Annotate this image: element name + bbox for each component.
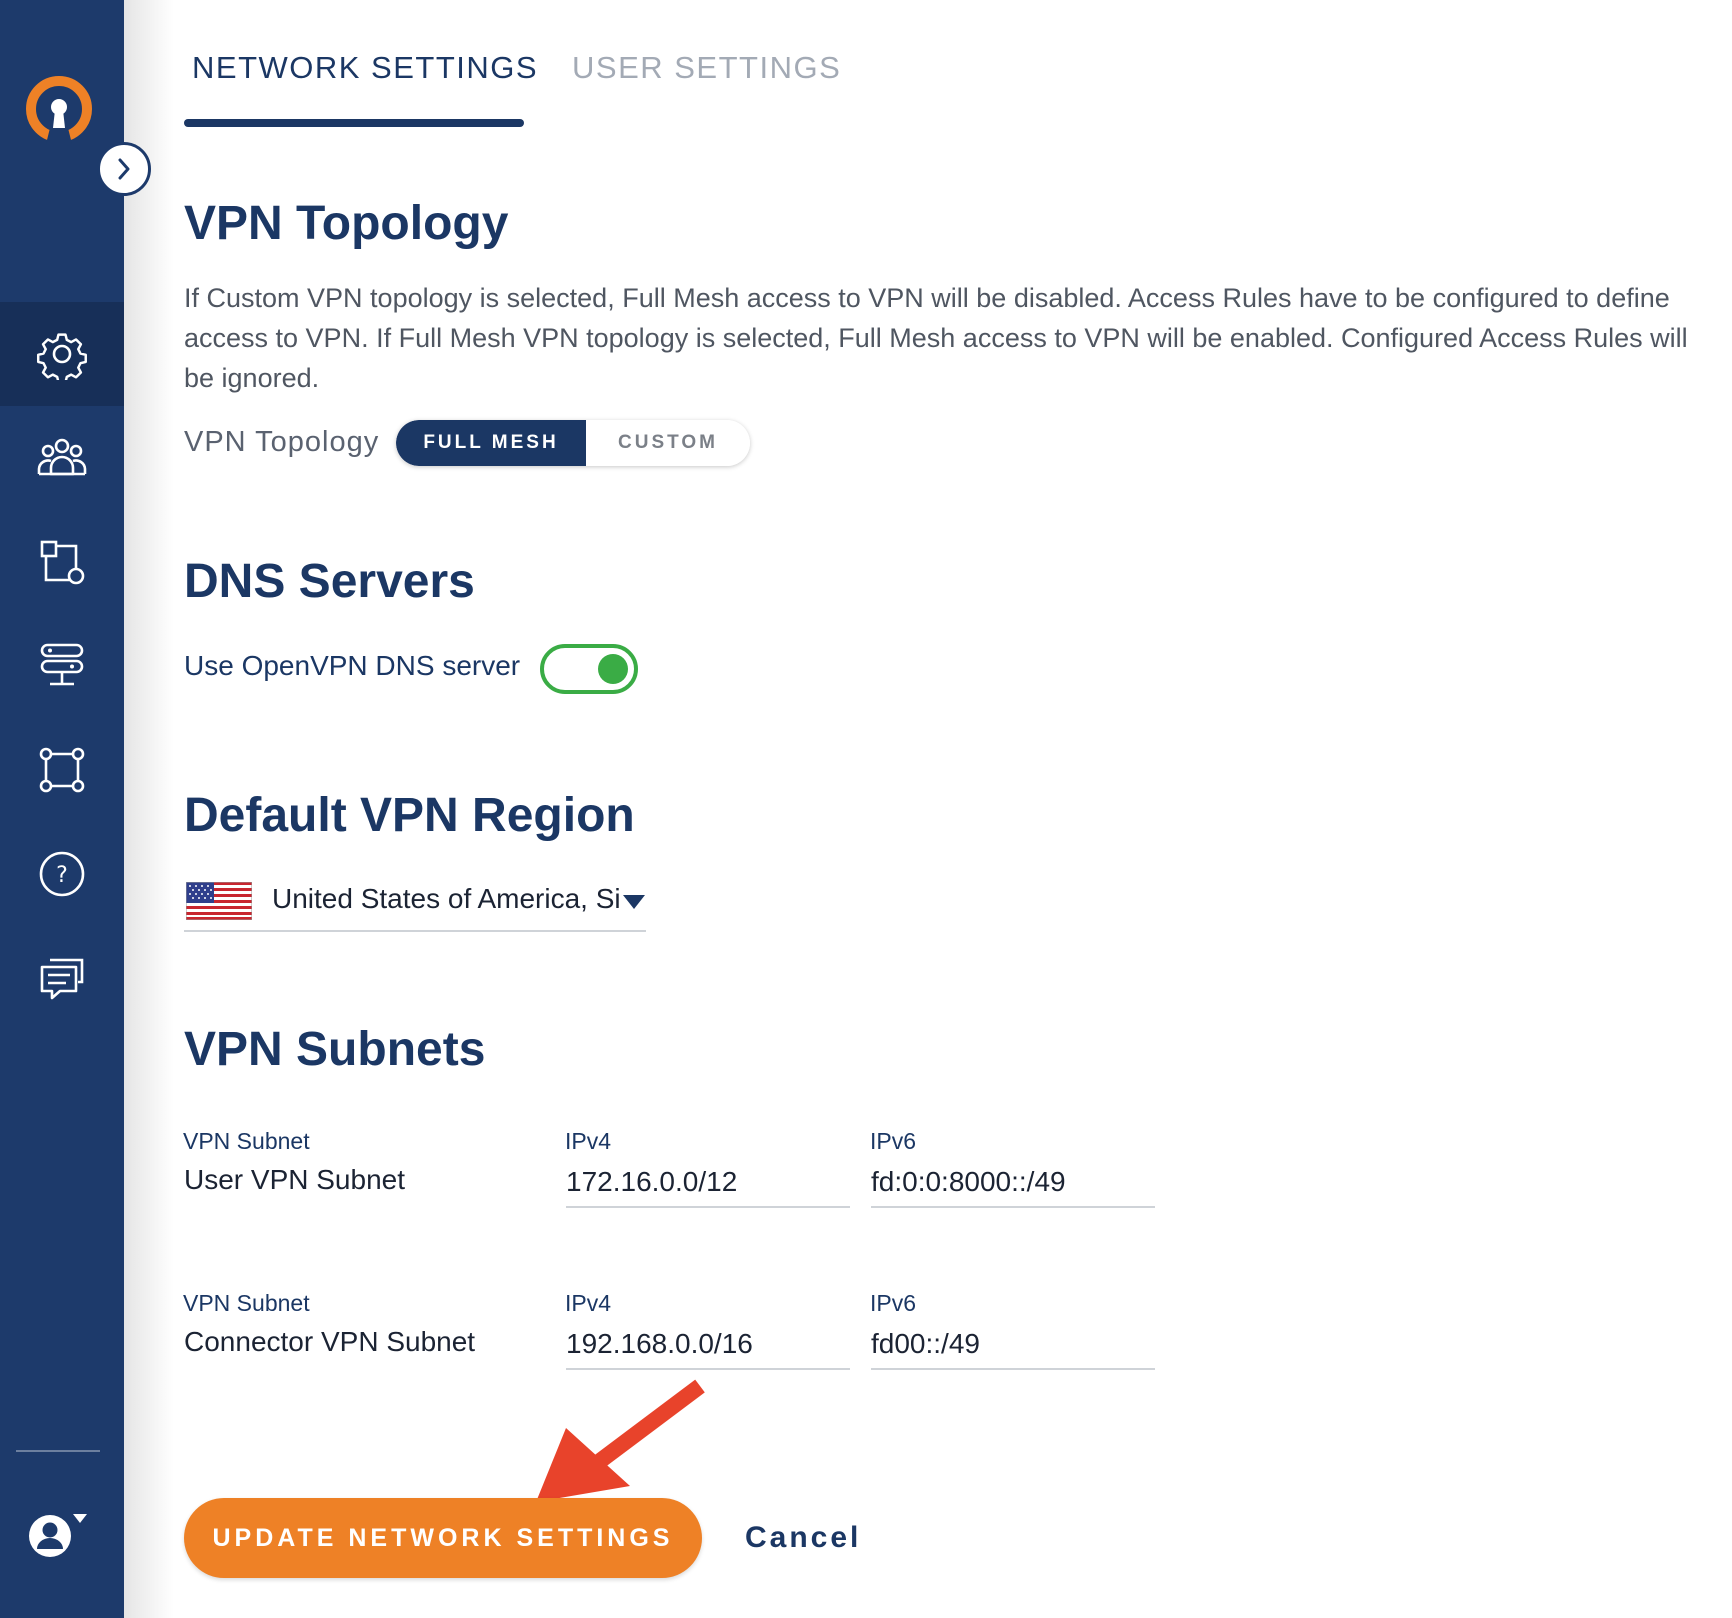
sidebar-expand-button[interactable] xyxy=(97,142,151,196)
sidebar-item-access-rules[interactable] xyxy=(0,718,124,822)
sidebar-item-settings[interactable] xyxy=(0,302,124,406)
dns-toggle-label: Use OpenVPN DNS server xyxy=(184,650,521,681)
ipv4-value: 192.168.0.0/16 xyxy=(566,1328,753,1359)
gear-icon xyxy=(36,333,87,380)
sidebar-divider xyxy=(16,1450,100,1452)
subnet-name: User VPN Subnet xyxy=(184,1164,405,1195)
connector-subnet-ipv6-field[interactable]: fd00::/49 xyxy=(871,1326,1155,1370)
user-avatar-icon[interactable] xyxy=(26,1506,98,1562)
ipv4-label: IPv4 xyxy=(565,1128,612,1154)
sidebar-shadow xyxy=(124,0,174,1618)
vpn-region-value: United States of America, Silicon Valley xyxy=(272,883,620,914)
ipv4-label: IPv4 xyxy=(565,1290,612,1316)
connector-subnet-ipv4-field[interactable]: 192.168.0.0/16 xyxy=(566,1326,850,1370)
ipv6-label: IPv6 xyxy=(870,1290,917,1316)
vpn-topology-toggle-group: FULL MESH CUSTOM xyxy=(396,420,750,466)
openvpn-logo-icon xyxy=(26,76,92,144)
toggle-knob xyxy=(598,654,628,684)
sidebar-item-hosts[interactable] xyxy=(0,614,124,718)
update-network-settings-button[interactable]: UPDATE NETWORK SETTINGS xyxy=(184,1498,702,1578)
sidebar-item-support[interactable] xyxy=(0,926,124,1030)
help-question-icon: ? xyxy=(39,851,85,897)
default-vpn-region-heading: Default VPN Region xyxy=(184,789,635,842)
vpn-topology-label: VPN Topology xyxy=(184,426,380,458)
ipv4-value: 172.16.0.0/12 xyxy=(566,1166,738,1197)
vpn-topology-description: If Custom VPN topology is selected, Full… xyxy=(184,283,1688,393)
network-nodes-icon xyxy=(40,540,85,585)
user-subnet-ipv6-field[interactable]: fd:0:0:8000::/49 xyxy=(871,1164,1155,1208)
subnet-type-label: VPN Subnet xyxy=(183,1128,310,1154)
server-stack-icon xyxy=(40,643,84,686)
chat-messages-icon xyxy=(40,958,84,1000)
subnet-type-label: VPN Subnet xyxy=(183,1290,310,1316)
caret-down-icon xyxy=(73,1514,87,1523)
caret-down-icon xyxy=(623,895,645,909)
cancel-button[interactable]: Cancel xyxy=(745,1521,861,1555)
custom-option[interactable]: CUSTOM xyxy=(586,420,750,466)
ipv6-value: fd00::/49 xyxy=(871,1328,980,1359)
chevron-right-icon xyxy=(118,158,130,180)
sidebar-item-networks[interactable] xyxy=(0,510,124,614)
sidebar-item-help[interactable]: ? xyxy=(0,822,124,926)
active-tab-indicator xyxy=(184,119,524,127)
annotation-arrow-icon xyxy=(536,1379,705,1502)
openvpn-dns-toggle[interactable] xyxy=(540,644,638,694)
ipv6-value: fd:0:0:8000::/49 xyxy=(871,1166,1066,1197)
users-group-icon xyxy=(37,438,87,476)
tab-user-settings[interactable]: USER SETTINGS xyxy=(572,50,841,86)
subnet-name: Connector VPN Subnet xyxy=(184,1326,476,1357)
vpn-region-select[interactable]: United States of America, Silicon Valley xyxy=(184,876,646,932)
user-subnet-ipv4-field[interactable]: 172.16.0.0/12 xyxy=(566,1164,850,1208)
us-flag-icon xyxy=(186,882,252,920)
vpn-topology-heading: VPN Topology xyxy=(184,197,509,250)
topology-square-icon xyxy=(39,747,85,793)
dns-servers-heading: DNS Servers xyxy=(184,555,475,608)
tab-network-settings[interactable]: NETWORK SETTINGS xyxy=(192,50,538,86)
ipv6-label: IPv6 xyxy=(870,1128,917,1154)
vpn-subnets-heading: VPN Subnets xyxy=(184,1023,486,1076)
sidebar-item-users[interactable] xyxy=(0,406,124,510)
svg-text:?: ? xyxy=(56,863,68,888)
full-mesh-option[interactable]: FULL MESH xyxy=(396,420,586,466)
